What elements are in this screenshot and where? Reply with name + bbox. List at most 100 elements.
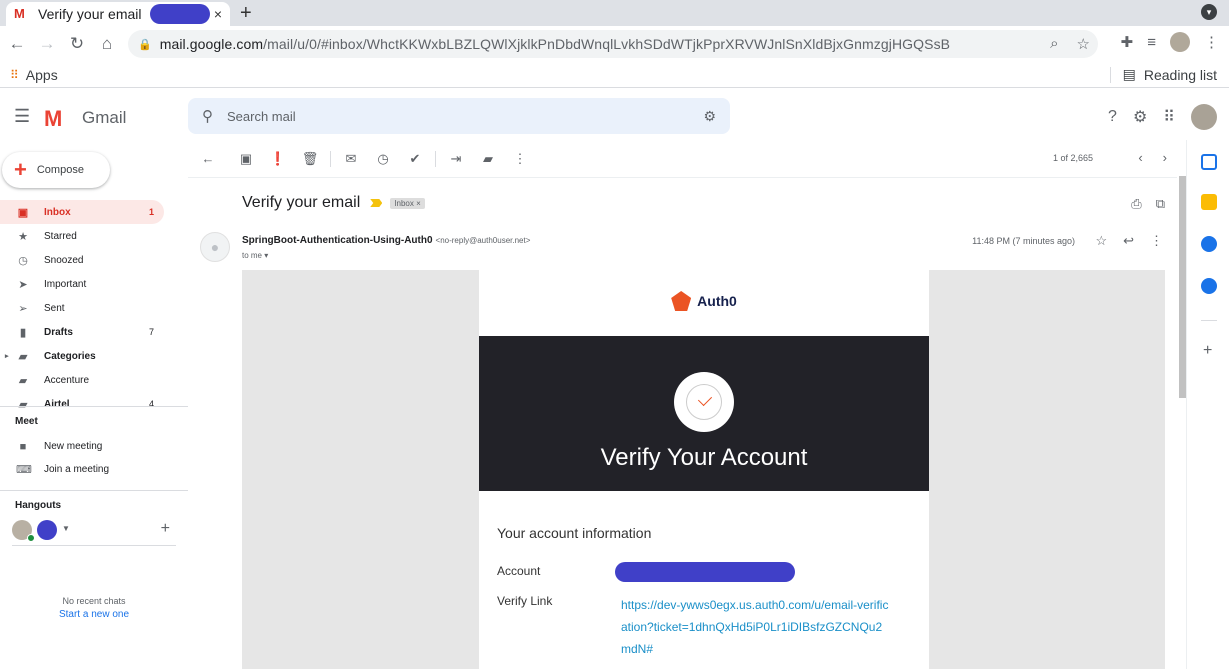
search-icon[interactable]: ⚲ — [202, 107, 213, 125]
sidebar-item-important[interactable]: ➤ Important — [0, 272, 164, 296]
reading-list-icon: ▤ — [1122, 66, 1136, 82]
print-icon[interactable]: ⎙ — [1131, 196, 1141, 212]
search-options-icon[interactable]: ⚙ — [703, 108, 716, 125]
gmail-logo-icon[interactable]: M — [44, 106, 62, 132]
archive-icon[interactable]: ▣ — [230, 151, 262, 167]
older-message-icon[interactable]: › — [1163, 150, 1167, 165]
get-addons-icon[interactable]: + — [1203, 342, 1212, 360]
email-hero: Verify Your Account — [479, 336, 929, 491]
add-task-icon[interactable]: ✔ — [399, 151, 431, 167]
apps-bookmark[interactable]: Apps — [26, 67, 58, 83]
open-in-new-window-icon[interactable]: ⧉ — [1156, 196, 1165, 212]
reply-icon[interactable]: ↩ — [1123, 233, 1134, 249]
expand-arrow-icon[interactable]: ▸ — [5, 352, 9, 360]
google-apps-icon[interactable]: ⠿ — [1163, 107, 1175, 127]
settings-gear-icon[interactable]: ⚙ — [1133, 107, 1147, 127]
back-icon[interactable]: ← — [2, 34, 32, 54]
chevron-down-icon[interactable]: ▾ — [264, 251, 268, 260]
reading-list-label: Reading list — [1143, 66, 1217, 83]
compose-button[interactable]: + Compose — [2, 152, 110, 188]
sidebar-item-categories[interactable]: ▸ ▰ Categories — [0, 344, 164, 368]
toolbar-divider — [330, 150, 331, 167]
sidebar-item-label: Sent — [44, 302, 65, 314]
sidebar-item-starred[interactable]: ★ Starred — [0, 224, 164, 248]
join-meeting-button[interactable]: ⌨ Join a meeting — [0, 458, 188, 481]
tab-title: Verify your email — [38, 6, 142, 22]
bookmarks-bar: ⠿ Apps ▤ Reading list — [0, 62, 1229, 88]
url-text: mail.google.com/mail/u/0/#inbox/WhctKKWx… — [159, 36, 951, 52]
apps-grid-icon: ⠿ — [10, 67, 19, 82]
account-avatar[interactable] — [1191, 104, 1217, 130]
browser-tabstrip: M Verify your email × + ▾ — [0, 0, 1229, 26]
extensions-icon[interactable]: ✚ — [1121, 33, 1134, 51]
sidebar-divider — [0, 406, 188, 407]
meet-section: Meet ■ New meeting ⌨ Join a meeting — [0, 416, 188, 481]
help-icon[interactable]: ? — [1108, 108, 1117, 126]
remove-label-icon[interactable]: × — [416, 199, 421, 208]
sidebar-item-accenture[interactable]: ▰ Accenture — [0, 368, 164, 392]
search-input[interactable]: Search mail — [227, 109, 296, 124]
message-view: ← ▣ ❗ 🗑 ✉ ◷ ✔ ⇥ ▰ ⋮ 1 of 2,665 ‹ › Verif… — [188, 140, 1177, 669]
contacts-icon[interactable] — [1201, 278, 1217, 294]
profile-avatar[interactable] — [1170, 32, 1190, 52]
check-circle-icon — [674, 372, 734, 432]
sidebar-item-drafts[interactable]: ▮ Drafts 7 — [0, 320, 164, 344]
star-message-icon[interactable]: ☆ — [1095, 233, 1107, 249]
newer-message-icon[interactable]: ‹ — [1138, 150, 1142, 165]
delete-icon[interactable]: 🗑 — [294, 151, 326, 167]
email-card: Auth0 Verify Your Account Your account i… — [479, 270, 929, 669]
new-meeting-button[interactable]: ■ New meeting — [0, 435, 188, 458]
add-chat-icon[interactable]: + — [161, 520, 170, 538]
forward-icon[interactable]: → — [32, 34, 62, 54]
reload-icon[interactable]: ↻ — [62, 34, 92, 54]
new-tab-button[interactable]: + — [240, 2, 252, 25]
tasks-icon[interactable] — [1201, 236, 1217, 252]
back-to-inbox-icon[interactable]: ← — [192, 151, 224, 166]
message-more-icon[interactable]: ⋮ — [1150, 233, 1163, 249]
browser-menu-icon[interactable]: ▾ — [1201, 4, 1217, 20]
airtel-count: 4 — [148, 399, 154, 409]
sidebar-item-label: Important — [44, 278, 87, 290]
main-menu-icon[interactable]: ☰ — [14, 106, 30, 127]
sender-email: <no-reply@auth0user.net> — [435, 236, 531, 245]
inbox-label-chip[interactable]: Inbox × — [390, 197, 425, 209]
media-icon[interactable]: ≡ — [1147, 34, 1156, 51]
join-meeting-label: Join a meeting — [44, 464, 110, 475]
sidebar-item-inbox[interactable]: ▣ Inbox 1 — [0, 200, 164, 224]
labels-icon[interactable]: ▰ — [472, 151, 504, 167]
meet-title: Meet — [15, 416, 38, 427]
home-icon[interactable]: ⌂ — [92, 34, 122, 54]
sidebar-item-airtel[interactable]: ▰ Airtel 4 — [0, 392, 164, 416]
report-spam-icon[interactable]: ❗ — [262, 151, 294, 167]
move-to-icon[interactable]: ⇥ — [440, 151, 472, 167]
tab-close-icon[interactable]: × — [214, 6, 222, 22]
draft-icon: ▮ — [19, 326, 27, 339]
snooze-icon[interactable]: ◷ — [367, 151, 399, 167]
auth0-logo: Auth0 — [479, 291, 929, 311]
sidebar-divider — [0, 490, 188, 491]
star-icon: ★ — [18, 230, 28, 243]
reading-list-button[interactable]: ▤ Reading list — [1123, 66, 1217, 83]
sidebar-item-sent[interactable]: ➢ Sent — [0, 296, 164, 320]
keep-icon[interactable] — [1201, 194, 1217, 210]
search-bar[interactable]: ⚲ Search mail ⚙ — [188, 98, 730, 134]
hangouts-user-row[interactable]: ▼ + — [12, 520, 176, 546]
chrome-menu-icon[interactable]: ⋮ — [1204, 33, 1219, 51]
browser-tab[interactable]: M Verify your email × — [6, 2, 230, 26]
recipient-details[interactable]: to me ▾ — [242, 251, 268, 260]
more-options-icon[interactable]: ⋮ — [504, 151, 536, 167]
keyboard-icon: ⌨ — [16, 464, 32, 476]
zoom-icon[interactable]: ⌕ — [1050, 35, 1058, 53]
chevron-down-icon[interactable]: ▼ — [62, 524, 70, 533]
address-bar[interactable]: 🔒 mail.google.com/mail/u/0/#inbox/WhctKK… — [128, 30, 1098, 58]
sidebar-item-snoozed[interactable]: ◷ Snoozed — [0, 248, 164, 272]
sidebar-item-label: Starred — [44, 230, 77, 242]
tab-redaction — [149, 4, 210, 24]
verify-link[interactable]: https://dev-ywws0egx.us.auth0.com/u/emai… — [621, 594, 891, 660]
calendar-icon[interactable] — [1201, 154, 1217, 170]
start-chat-link[interactable]: Start a new one — [0, 609, 188, 620]
bookmark-star-icon[interactable]: ☆ — [1077, 35, 1090, 53]
mark-unread-icon[interactable]: ✉ — [335, 151, 367, 167]
importance-marker-icon[interactable] — [370, 199, 383, 207]
lock-icon: 🔒 — [138, 38, 152, 51]
